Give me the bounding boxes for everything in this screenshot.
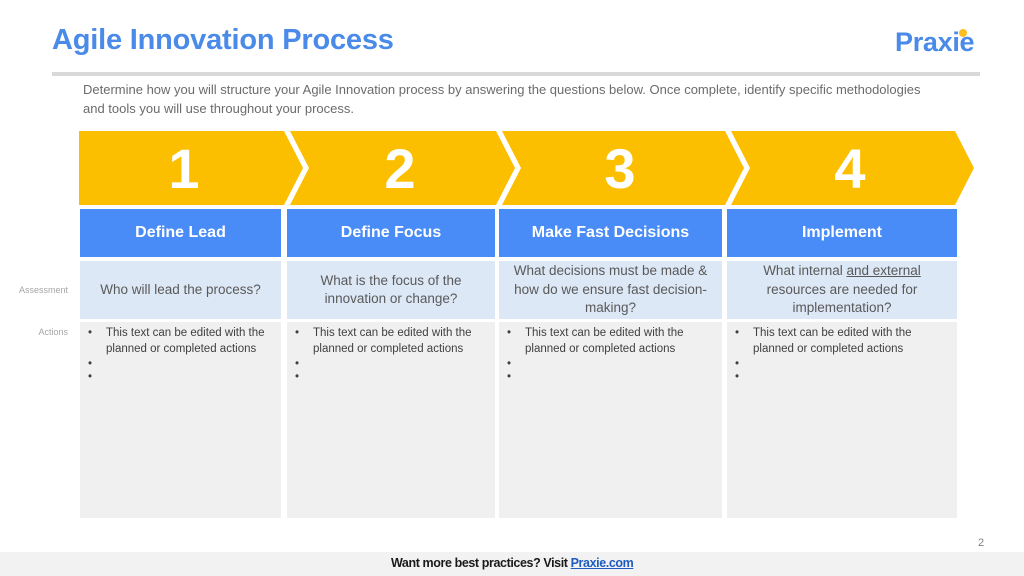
- actions-list: This text can be edited with the planned…: [735, 326, 951, 386]
- action-item[interactable]: [507, 357, 716, 373]
- action-item[interactable]: [88, 357, 275, 373]
- action-item[interactable]: [88, 370, 275, 386]
- intro-text: Determine how you will structure your Ag…: [83, 82, 921, 116]
- actions-list: This text can be edited with the planned…: [507, 326, 716, 386]
- action-item[interactable]: This text can be edited with the planned…: [295, 326, 489, 357]
- actions-cell-4[interactable]: This text can be edited with the planned…: [727, 322, 957, 518]
- assessment-cell-3[interactable]: What decisions must be made & how do we …: [499, 261, 722, 319]
- title-divider: [52, 72, 980, 76]
- actions-list: This text can be edited with the planned…: [295, 326, 489, 386]
- assessment-cell-2[interactable]: What is the focus of the innovation or c…: [287, 261, 495, 319]
- action-item[interactable]: This text can be edited with the planned…: [88, 326, 275, 357]
- row-label-actions: Actions: [38, 327, 68, 337]
- step-header-define-focus: Define Focus: [287, 209, 495, 257]
- step-number-3: 3: [604, 137, 636, 200]
- footer-label: Want more best practices? Visit: [391, 556, 571, 570]
- row-label-assessment: Assessment: [18, 285, 68, 295]
- action-item[interactable]: [507, 370, 716, 386]
- actions-list: This text can be edited with the planned…: [88, 326, 275, 386]
- question-text: resources are needed for implementation?: [766, 281, 918, 316]
- assessment-question: What is the focus of the innovation or c…: [320, 272, 462, 307]
- actions-cell-2[interactable]: This text can be edited with the planned…: [287, 322, 495, 518]
- logo-dot-icon: [959, 29, 967, 37]
- assessment-question: What decisions must be made & how do we …: [513, 263, 708, 316]
- assessment-question: What internal and external resources are…: [755, 262, 929, 318]
- step-number-2: 2: [384, 137, 416, 200]
- assessment-cell-4[interactable]: What internal and external resources are…: [727, 261, 957, 319]
- page-number: 2: [978, 537, 985, 549]
- assessment-cell-1[interactable]: Who will lead the process?: [80, 261, 281, 319]
- action-item[interactable]: [735, 357, 951, 373]
- question-underlined-text: and external: [846, 263, 921, 279]
- actions-cell-1[interactable]: This text can be edited with the planned…: [80, 322, 281, 518]
- question-text: What internal: [763, 263, 847, 279]
- step-number-4: 4: [834, 137, 866, 200]
- action-item[interactable]: [295, 357, 489, 373]
- step-header-define-lead: Define Lead: [80, 209, 281, 257]
- footer-text: Want more best practices? Visit Praxie.c…: [391, 556, 634, 570]
- actions-cell-3[interactable]: This text can be edited with the planned…: [499, 322, 722, 518]
- assessment-question: Who will lead the process?: [100, 281, 261, 297]
- action-item[interactable]: [735, 370, 951, 386]
- praxie-link[interactable]: Praxie.com: [571, 556, 634, 570]
- step-number-1: 1: [168, 137, 200, 200]
- page-title: Agile Innovation Process: [52, 24, 394, 56]
- step-header-make-fast-decisions: Make Fast Decisions: [499, 209, 722, 257]
- action-item[interactable]: [295, 370, 489, 386]
- action-item[interactable]: This text can be edited with the planned…: [507, 326, 716, 357]
- step-header-implement: Implement: [727, 209, 957, 257]
- action-item[interactable]: This text can be edited with the planned…: [735, 326, 951, 357]
